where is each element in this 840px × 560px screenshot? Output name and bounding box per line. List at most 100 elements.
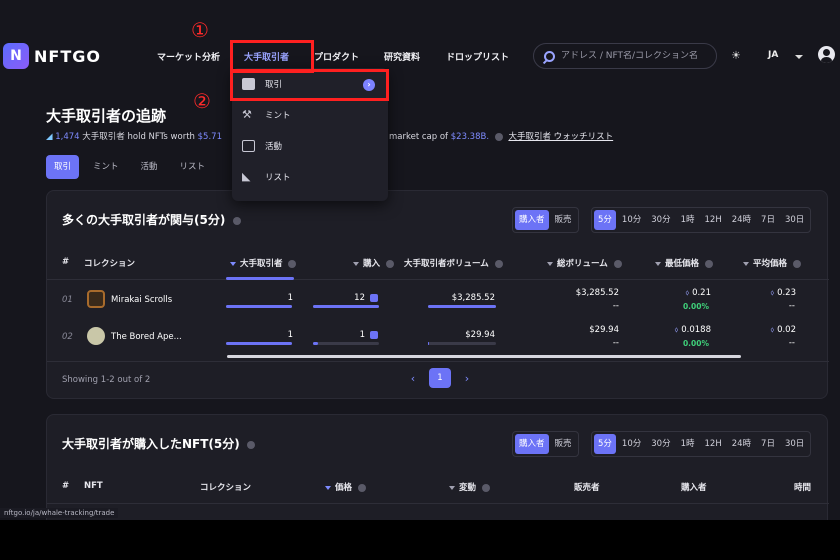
info-icon[interactable] — [792, 259, 801, 268]
card-title: 多くの大手取引者が関与(5分) — [62, 211, 244, 228]
user-account-icon[interactable] — [818, 46, 835, 63]
time-30m[interactable]: 30分 — [647, 434, 674, 454]
col-avg-price[interactable]: 平均価格 — [743, 257, 804, 269]
filter-seller[interactable]: 販売 — [551, 210, 576, 230]
tab-list[interactable]: リスト — [172, 155, 214, 179]
time-10m[interactable]: 10分 — [618, 210, 645, 230]
time-7d[interactable]: 7日 — [757, 434, 779, 454]
whale-bar — [226, 305, 292, 308]
time-7d[interactable]: 7日 — [757, 210, 779, 230]
col-whales[interactable]: 大手取引者 — [230, 257, 299, 269]
sort-desc-icon — [230, 261, 236, 266]
market-cap-summary: market cap of $23.38B. 大手取引者 ウォッチリスト — [389, 130, 613, 142]
time-5m[interactable]: 5分 — [594, 210, 616, 230]
filter-seller[interactable]: 販売 — [551, 434, 576, 454]
total-volume-sub: -- — [612, 301, 619, 311]
logo[interactable]: N NFTGO — [3, 43, 101, 69]
nav-research[interactable]: 研究資料 — [384, 50, 420, 63]
floor-price: ⬨ 0.0188 — [674, 325, 711, 335]
col-change[interactable]: 変動 — [449, 481, 493, 493]
collection-name[interactable]: Mirakai Scrolls — [111, 295, 172, 305]
col-collection: コレクション — [200, 483, 252, 493]
time-1h[interactable]: 1時 — [677, 210, 699, 230]
tab-mint[interactable]: ミント — [85, 155, 127, 179]
info-icon[interactable] — [494, 132, 503, 141]
time-30m[interactable]: 30分 — [647, 210, 674, 230]
page-number[interactable]: 1 — [429, 368, 451, 388]
floor-change: 0.00% — [682, 302, 709, 311]
mint-icon: ⚒ — [242, 108, 252, 121]
volume-bar — [428, 305, 496, 308]
sort-icon — [743, 261, 749, 266]
info-icon[interactable] — [613, 259, 622, 268]
info-icon[interactable] — [704, 259, 713, 268]
nav-products[interactable]: プロダクト — [314, 50, 359, 63]
time-12h[interactable]: 12H — [701, 210, 726, 230]
info-icon[interactable] — [246, 440, 255, 449]
next-page-icon[interactable]: › — [461, 372, 473, 385]
time-24h[interactable]: 24時 — [728, 434, 755, 454]
whale-bar — [226, 342, 292, 345]
time-30d[interactable]: 30日 — [781, 434, 808, 454]
info-icon[interactable] — [232, 216, 241, 225]
avg-price: ⬨ 0.02 — [770, 325, 796, 335]
buy-bar — [313, 342, 379, 345]
buy-icon — [370, 331, 378, 339]
search-box[interactable] — [533, 43, 717, 69]
sort-icon — [655, 261, 661, 266]
info-icon[interactable] — [494, 259, 503, 268]
collection-name[interactable]: The Bored Ape... — [111, 332, 182, 342]
whale-count: 1,474 — [55, 132, 80, 142]
nav-drop-list[interactable]: ドロップリスト — [446, 50, 509, 63]
chevron-down-icon[interactable] — [795, 55, 803, 59]
time-1h[interactable]: 1時 — [677, 434, 699, 454]
eth-icon: ⬨ — [770, 325, 775, 334]
filter-buyer[interactable]: 購入者 — [515, 434, 549, 454]
col-buys[interactable]: 購入 — [353, 257, 397, 269]
info-icon[interactable] — [357, 483, 366, 492]
header-divider — [47, 503, 829, 504]
bottom-letterbox — [0, 520, 840, 560]
nav-market-analysis[interactable]: マーケット分析 — [157, 50, 220, 63]
time-24h[interactable]: 24時 — [728, 210, 755, 230]
buy-count: 1 — [359, 330, 365, 340]
time-12h[interactable]: 12H — [701, 434, 726, 454]
col-floor-price[interactable]: 最低価格 — [655, 257, 716, 269]
time-filter: 5分 10分 30分 1時 12H 24時 7日 30日 — [591, 207, 812, 233]
col-total-volume[interactable]: 総ボリューム — [547, 257, 625, 269]
info-icon[interactable] — [385, 259, 394, 268]
prev-page-icon[interactable]: ‹ — [407, 372, 419, 385]
col-whale-volume[interactable]: 大手取引者ボリューム — [404, 257, 506, 269]
theme-sun-icon[interactable]: ☀ — [731, 50, 741, 61]
time-30d[interactable]: 30日 — [781, 210, 808, 230]
filter-buyer[interactable]: 購入者 — [515, 210, 549, 230]
buy-bar — [313, 305, 379, 308]
row-index: 02 — [62, 332, 73, 342]
activity-icon — [242, 140, 255, 152]
search-icon — [544, 50, 555, 62]
whale-watchlist-link[interactable]: 大手取引者 ウォッチリスト — [508, 132, 613, 142]
whale-summary: ◢ 1,474 大手取引者 hold NFTs worth $5.71 — [46, 130, 222, 142]
info-icon[interactable] — [481, 483, 490, 492]
search-input[interactable] — [561, 51, 711, 61]
header-divider — [47, 279, 829, 280]
menu-item-mint[interactable]: ⚒ ミント — [242, 108, 291, 122]
menu-item-list[interactable]: ◣ リスト — [242, 171, 291, 184]
time-10m[interactable]: 10分 — [618, 434, 645, 454]
menu-item-label: リスト — [265, 173, 291, 183]
volume-bar — [428, 342, 496, 345]
language-selector[interactable]: JA — [768, 50, 778, 60]
time-5m[interactable]: 5分 — [594, 434, 616, 454]
info-icon[interactable] — [288, 259, 297, 268]
avg-price-sub: -- — [788, 301, 795, 311]
logo-text: NFTGO — [34, 46, 101, 66]
tab-trade[interactable]: 取引 — [46, 155, 80, 179]
tab-activity[interactable]: 活動 — [133, 155, 166, 179]
pagination-summary: Showing 1-2 out of 2 — [62, 375, 151, 385]
menu-item-activity[interactable]: 活動 — [242, 140, 282, 152]
eth-icon: ⬨ — [674, 325, 679, 334]
horizontal-scrollbar[interactable] — [227, 355, 741, 358]
whale-volume: $3,285.52 — [451, 293, 495, 303]
col-price[interactable]: 価格 — [325, 481, 369, 493]
annotation-number-one: ① — [191, 18, 209, 42]
